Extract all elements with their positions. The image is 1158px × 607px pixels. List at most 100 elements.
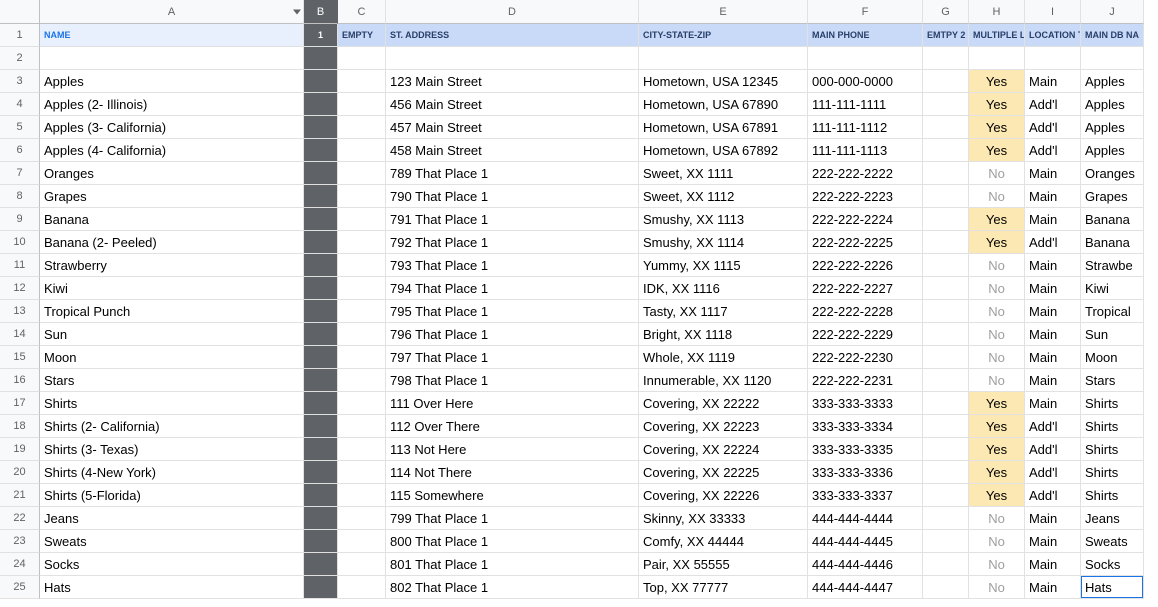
cell-15-B[interactable]: [304, 346, 338, 369]
cell-3-B[interactable]: [304, 70, 338, 93]
header-cell-I[interactable]: LOCATION T: [1025, 24, 1081, 47]
cell-6-J[interactable]: Apples: [1081, 139, 1144, 162]
cell-9-E[interactable]: Smushy, XX 1113: [639, 208, 808, 231]
cell-12-E[interactable]: IDK, XX 1116: [639, 277, 808, 300]
cell-12-J[interactable]: Kiwi: [1081, 277, 1144, 300]
header-cell-H[interactable]: MULTIPLE L: [969, 24, 1025, 47]
cell-18-J[interactable]: Shirts: [1081, 415, 1144, 438]
row-header-18[interactable]: 18: [0, 415, 40, 438]
spreadsheet-grid[interactable]: ABCDEFGHIJ1NAME1EMPTYST. ADDRESSCITY-STA…: [0, 0, 1158, 599]
col-header-A[interactable]: A: [40, 0, 304, 24]
cell-3-G[interactable]: [923, 70, 969, 93]
row-header-21[interactable]: 21: [0, 484, 40, 507]
cell-12-F[interactable]: 222-222-2227: [808, 277, 923, 300]
cell-8-C[interactable]: [338, 185, 386, 208]
row-header-6[interactable]: 6: [0, 139, 40, 162]
row-header-23[interactable]: 23: [0, 530, 40, 553]
cell-4-B[interactable]: [304, 93, 338, 116]
cell-17-F[interactable]: 333-333-3333: [808, 392, 923, 415]
cell-2-I[interactable]: [1025, 47, 1081, 70]
cell-25-D[interactable]: 802 That Place 1: [386, 576, 639, 599]
cell-15-E[interactable]: Whole, XX 1119: [639, 346, 808, 369]
cell-22-C[interactable]: [338, 507, 386, 530]
cell-12-C[interactable]: [338, 277, 386, 300]
cell-5-A[interactable]: Apples (3- California): [40, 116, 304, 139]
cell-19-F[interactable]: 333-333-3335: [808, 438, 923, 461]
cell-22-G[interactable]: [923, 507, 969, 530]
row-header-22[interactable]: 22: [0, 507, 40, 530]
cell-10-A[interactable]: Banana (2- Peeled): [40, 231, 304, 254]
cell-4-D[interactable]: 456 Main Street: [386, 93, 639, 116]
row-header-8[interactable]: 8: [0, 185, 40, 208]
cell-5-G[interactable]: [923, 116, 969, 139]
cell-24-H[interactable]: No: [969, 553, 1025, 576]
cell-14-F[interactable]: 222-222-2229: [808, 323, 923, 346]
cell-9-A[interactable]: Banana: [40, 208, 304, 231]
cell-16-H[interactable]: No: [969, 369, 1025, 392]
cell-16-A[interactable]: Stars: [40, 369, 304, 392]
cell-7-J[interactable]: Oranges: [1081, 162, 1144, 185]
cell-18-F[interactable]: 333-333-3334: [808, 415, 923, 438]
cell-10-H[interactable]: Yes: [969, 231, 1025, 254]
row-header-20[interactable]: 20: [0, 461, 40, 484]
cell-22-I[interactable]: Main: [1025, 507, 1081, 530]
cell-15-G[interactable]: [923, 346, 969, 369]
cell-25-A[interactable]: Hats: [40, 576, 304, 599]
cell-14-C[interactable]: [338, 323, 386, 346]
row-header-24[interactable]: 24: [0, 553, 40, 576]
cell-19-E[interactable]: Covering, XX 22224: [639, 438, 808, 461]
cell-24-J[interactable]: Socks: [1081, 553, 1144, 576]
cell-8-J[interactable]: Grapes: [1081, 185, 1144, 208]
cell-4-G[interactable]: [923, 93, 969, 116]
cell-5-F[interactable]: 111-111-1112: [808, 116, 923, 139]
cell-23-B[interactable]: [304, 530, 338, 553]
row-header-16[interactable]: 16: [0, 369, 40, 392]
cell-23-E[interactable]: Comfy, XX 44444: [639, 530, 808, 553]
cell-19-I[interactable]: Add'l: [1025, 438, 1081, 461]
cell-7-F[interactable]: 222-222-2222: [808, 162, 923, 185]
cell-12-D[interactable]: 794 That Place 1: [386, 277, 639, 300]
cell-17-J[interactable]: Shirts: [1081, 392, 1144, 415]
row-header-4[interactable]: 4: [0, 93, 40, 116]
cell-20-C[interactable]: [338, 461, 386, 484]
cell-18-E[interactable]: Covering, XX 22223: [639, 415, 808, 438]
row-header-14[interactable]: 14: [0, 323, 40, 346]
cell-3-J[interactable]: Apples: [1081, 70, 1144, 93]
cell-17-G[interactable]: [923, 392, 969, 415]
cell-15-A[interactable]: Moon: [40, 346, 304, 369]
cell-14-J[interactable]: Sun: [1081, 323, 1144, 346]
cell-12-G[interactable]: [923, 277, 969, 300]
cell-12-A[interactable]: Kiwi: [40, 277, 304, 300]
cell-15-H[interactable]: No: [969, 346, 1025, 369]
cell-24-G[interactable]: [923, 553, 969, 576]
cell-14-A[interactable]: Sun: [40, 323, 304, 346]
cell-14-B[interactable]: [304, 323, 338, 346]
cell-20-G[interactable]: [923, 461, 969, 484]
header-cell-B[interactable]: 1: [304, 24, 338, 47]
col-header-J[interactable]: J: [1081, 0, 1144, 24]
cell-22-A[interactable]: Jeans: [40, 507, 304, 530]
cell-9-G[interactable]: [923, 208, 969, 231]
row-header-9[interactable]: 9: [0, 208, 40, 231]
cell-6-A[interactable]: Apples (4- California): [40, 139, 304, 162]
cell-2-C[interactable]: [338, 47, 386, 70]
cell-15-J[interactable]: Moon: [1081, 346, 1144, 369]
cell-14-G[interactable]: [923, 323, 969, 346]
cell-2-E[interactable]: [639, 47, 808, 70]
cell-5-H[interactable]: Yes: [969, 116, 1025, 139]
cell-15-D[interactable]: 797 That Place 1: [386, 346, 639, 369]
row-header-3[interactable]: 3: [0, 70, 40, 93]
cell-16-I[interactable]: Main: [1025, 369, 1081, 392]
cell-10-D[interactable]: 792 That Place 1: [386, 231, 639, 254]
header-cell-A[interactable]: NAME: [40, 24, 304, 47]
cell-7-E[interactable]: Sweet, XX 1111: [639, 162, 808, 185]
cell-7-D[interactable]: 789 That Place 1: [386, 162, 639, 185]
cell-5-C[interactable]: [338, 116, 386, 139]
cell-8-I[interactable]: Main: [1025, 185, 1081, 208]
cell-16-D[interactable]: 798 That Place 1: [386, 369, 639, 392]
cell-13-J[interactable]: Tropical: [1081, 300, 1144, 323]
col-header-B[interactable]: B: [304, 0, 338, 24]
cell-11-C[interactable]: [338, 254, 386, 277]
cell-25-J[interactable]: Hats: [1081, 576, 1144, 599]
cell-16-J[interactable]: Stars: [1081, 369, 1144, 392]
